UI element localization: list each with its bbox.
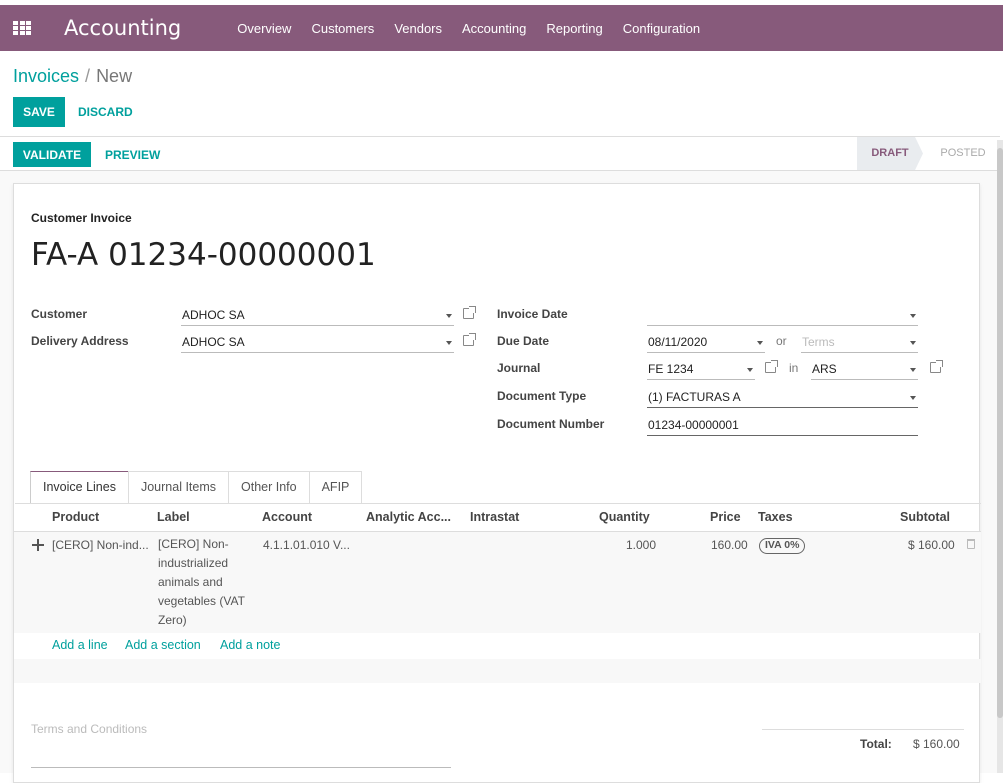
main-menu: Overview Customers Vendors Accounting Re…	[227, 21, 710, 36]
terms-placeholder: Terms and Conditions	[31, 722, 148, 736]
breadcrumb-invoices[interactable]: Invoices	[13, 66, 79, 86]
vertical-scrollbar[interactable]	[997, 140, 1003, 773]
tab-invoice-lines[interactable]: Invoice Lines	[30, 471, 129, 504]
column-analytic-account[interactable]: Analytic Acc...	[366, 510, 451, 524]
document-number-label: Document Number	[497, 417, 605, 431]
trash-icon[interactable]	[967, 539, 975, 549]
due-date-label: Due Date	[497, 334, 550, 348]
total-value: $ 160.00	[913, 737, 960, 751]
breadcrumb-separator: /	[85, 66, 91, 86]
customer-value: ADHOC SA	[182, 308, 245, 322]
document-number-field[interactable]: 01234-00000001	[647, 414, 918, 436]
apps-menu-icon[interactable]	[13, 21, 31, 35]
or-text: or	[776, 334, 787, 348]
chevron-down-icon[interactable]	[910, 396, 916, 400]
currency-field[interactable]: ARS	[811, 358, 918, 380]
customer-field[interactable]: ADHOC SA	[181, 304, 454, 326]
external-link-icon[interactable]	[463, 333, 476, 346]
breadcrumb: Invoices / New	[13, 66, 132, 87]
due-date-value: 08/11/2020	[648, 335, 708, 349]
column-quantity[interactable]: Quantity	[599, 510, 650, 524]
invoice-lines-header: Product Label Account Analytic Acc... In…	[14, 504, 981, 532]
chevron-down-icon[interactable]	[910, 368, 916, 372]
invoice-date-field[interactable]	[647, 304, 918, 326]
column-product[interactable]: Product	[52, 510, 99, 524]
tab-other-info[interactable]: Other Info	[228, 471, 310, 504]
document-type-heading: Customer Invoice	[31, 211, 132, 225]
journal-label: Journal	[497, 361, 541, 375]
invoice-form-sheet: Customer Invoice FA-A 01234-00000001 Cus…	[13, 183, 981, 783]
add-line-row: Add a line Add a section Add a note	[14, 633, 981, 659]
status-header: Validate Preview Draft Posted	[0, 136, 1000, 171]
menu-customers[interactable]: Customers	[301, 21, 384, 36]
external-link-icon[interactable]	[930, 360, 943, 373]
add-section-link[interactable]: Add a section	[125, 638, 201, 652]
chevron-down-icon[interactable]	[757, 341, 763, 345]
notebook-tabs: Invoice Lines Journal Items Other Info A…	[30, 471, 363, 504]
row-account[interactable]: 4.1.1.01.010 V...	[263, 538, 350, 552]
currency-value: ARS	[812, 362, 837, 376]
table-footer	[14, 659, 981, 683]
chevron-down-icon[interactable]	[747, 368, 753, 372]
menu-reporting[interactable]: Reporting	[536, 21, 612, 36]
payment-terms-placeholder: Terms	[802, 335, 835, 349]
delivery-address-field[interactable]: ADHOC SA	[181, 331, 454, 353]
journal-value: FE 1234	[648, 362, 694, 376]
terms-and-conditions-field[interactable]: Terms and Conditions	[31, 722, 451, 768]
invoice-date-label: Invoice Date	[497, 307, 568, 321]
stage-posted[interactable]: Posted	[928, 137, 998, 170]
table-row[interactable]: [CERO] Non-ind... [CERO] Non-industriali…	[14, 532, 981, 633]
drag-handle-icon[interactable]	[32, 539, 44, 551]
column-label[interactable]: Label	[157, 510, 190, 524]
column-subtotal[interactable]: Subtotal	[900, 510, 950, 524]
chevron-down-icon[interactable]	[446, 314, 452, 318]
tab-afip[interactable]: AFIP	[308, 471, 363, 504]
row-price[interactable]: 160.00	[711, 538, 748, 552]
due-date-field[interactable]: 08/11/2020	[647, 331, 765, 353]
invoice-number-title: FA-A 01234-00000001	[31, 237, 376, 273]
column-account[interactable]: Account	[262, 510, 312, 524]
menu-overview[interactable]: Overview	[227, 21, 301, 36]
menu-configuration[interactable]: Configuration	[613, 21, 710, 36]
row-label[interactable]: [CERO] Non-industrialized animals and ve…	[158, 535, 258, 630]
row-quantity[interactable]: 1.000	[626, 538, 656, 552]
total-label: Total:	[860, 737, 892, 751]
preview-button[interactable]: Preview	[98, 142, 167, 167]
column-intrastat[interactable]: Intrastat	[470, 510, 519, 524]
breadcrumb-current: New	[96, 66, 133, 86]
chevron-down-icon[interactable]	[446, 341, 452, 345]
row-product[interactable]: [CERO] Non-ind...	[52, 538, 149, 552]
delivery-address-value: ADHOC SA	[182, 335, 245, 349]
row-subtotal: $ 160.00	[908, 538, 955, 552]
journal-field[interactable]: FE 1234	[647, 358, 755, 380]
customer-label: Customer	[31, 307, 88, 321]
tab-journal-items[interactable]: Journal Items	[127, 471, 229, 504]
add-line-link[interactable]: Add a line	[52, 638, 108, 652]
external-link-icon[interactable]	[463, 306, 476, 319]
delivery-address-label: Delivery Address	[31, 334, 129, 348]
document-number-value: 01234-00000001	[648, 418, 739, 432]
chevron-down-icon[interactable]	[910, 314, 916, 318]
payment-terms-field[interactable]: Terms	[801, 331, 918, 353]
save-button[interactable]: Save	[13, 97, 65, 127]
external-link-icon[interactable]	[765, 360, 778, 373]
discard-button[interactable]: Discard	[72, 97, 139, 127]
menu-vendors[interactable]: Vendors	[384, 21, 452, 36]
column-taxes[interactable]: Taxes	[758, 510, 793, 524]
scrollbar-thumb[interactable]	[997, 148, 1003, 718]
in-text: in	[789, 361, 799, 375]
total-divider	[762, 729, 964, 730]
document-type-value: (1) FACTURAS A	[648, 390, 741, 404]
validate-button[interactable]: Validate	[13, 142, 91, 167]
column-price[interactable]: Price	[710, 510, 741, 524]
top-navbar: Accounting Overview Customers Vendors Ac…	[0, 5, 1003, 51]
app-brand[interactable]: Accounting	[64, 16, 181, 40]
add-note-link[interactable]: Add a note	[220, 638, 280, 652]
document-type-label: Document Type	[497, 389, 587, 403]
document-type-field[interactable]: (1) FACTURAS A	[647, 386, 918, 408]
tax-badge[interactable]: IVA 0%	[759, 538, 806, 554]
menu-accounting[interactable]: Accounting	[452, 21, 536, 36]
stage-draft[interactable]: Draft	[857, 137, 923, 170]
chevron-down-icon[interactable]	[910, 341, 916, 345]
